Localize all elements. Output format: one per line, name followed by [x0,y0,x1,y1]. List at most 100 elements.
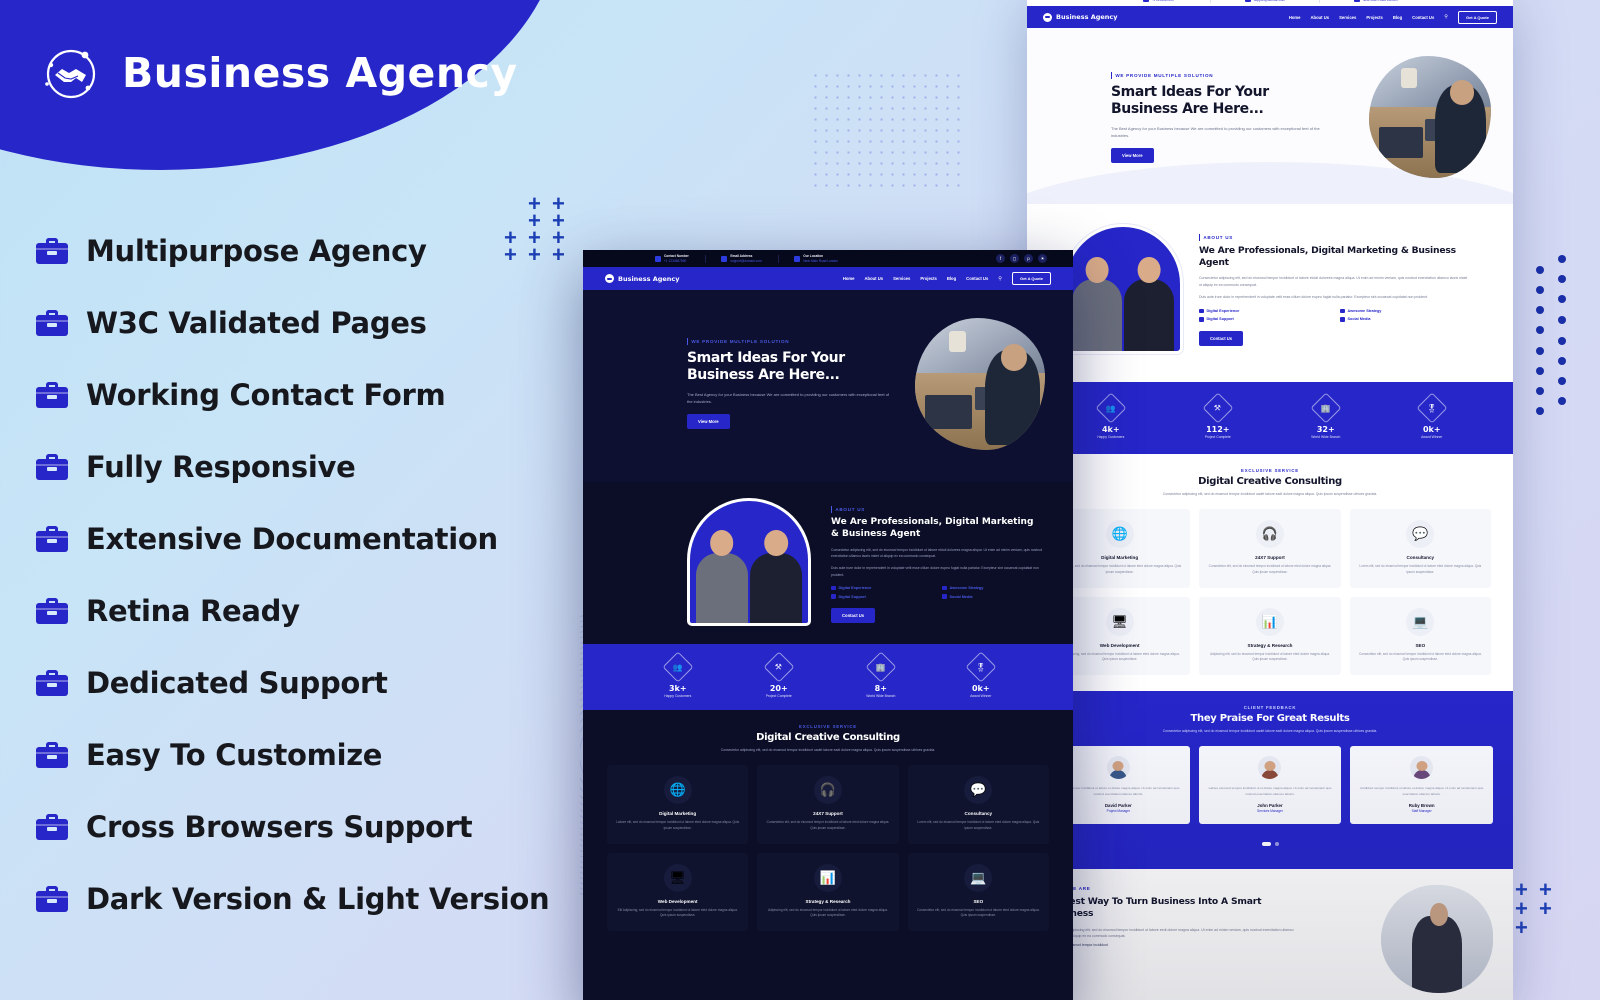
light-version-mockup[interactable]: Contact Number+1 1234567890 Email Addres… [1027,0,1513,1000]
about-contact-us-button[interactable]: Contact Us [831,607,876,623]
nav-item-projects[interactable]: Projects [920,276,937,281]
nav-item-home[interactable]: Home [843,276,855,281]
hero-paragraph: The Best Agency for your Business becaus… [687,392,890,405]
dark-hero-section: WE PROVIDE MULTIPLE SOLUTION Smart Ideas… [583,290,1073,482]
service-desc: Consectetur elit, sed do eiusmod tempor … [766,820,890,830]
stat-caption: Happy Customers [664,694,692,699]
brand-title: Business Agency [122,49,518,97]
get-a-quote-button[interactable]: Get A Quote [1011,272,1051,285]
feature-item: Extensive Documentation [36,503,596,575]
service-desc: Elit Adipiscing, sed do eiusmod tempor i… [617,907,738,918]
dark-topbar-contact-number[interactable]: Contact Number +1 1234567890 [655,254,689,263]
handshake-circle-icon [38,40,104,106]
feature-list: Multipurpose Agency W3C Validated Pages … [36,215,596,935]
social-links: f ◻ p ☀ [996,254,1047,263]
plus-marks-bottom-right: + + + + + [1515,877,1552,940]
feature-label: Extensive Documentation [86,522,498,556]
service-desc: Consectetur elit, sed do eiusmod tempor … [917,907,1040,918]
briefcase-icon [36,238,68,264]
check-label: Social Media [949,594,973,599]
chat-bubbles-icon: 💬 [964,776,993,805]
check-item: Social Media [942,594,1043,599]
service-desc: Labore elit, sed do eiusmod tempor incid… [616,820,740,830]
nav-item-contact-us[interactable]: Contact Us [966,276,988,281]
globe-icon[interactable]: ☀ [1038,254,1047,263]
mockup-shade [1027,0,1513,1000]
browser-gear-icon: 🖥 [663,863,692,892]
instagram-icon[interactable]: ◻ [1010,254,1019,263]
topbar-label: Our Location [803,254,824,259]
nav-logo[interactable]: Business Agency [605,274,680,283]
service-card[interactable]: 💻 SEO Consectetur elit, sed do eiusmod tem… [907,852,1049,932]
service-card[interactable]: 🌐 Digital Marketing Labore elit, sed do ei… [607,765,749,844]
feature-item: Retina Ready [36,575,596,647]
nav-item-services[interactable]: Services [893,276,910,281]
dark-version-mockup[interactable]: Contact Number +1 1234567890 Email Addres… [583,250,1073,1000]
dark-topbar-email[interactable]: Email Address support@domain.com [721,254,762,263]
envelope-icon [655,255,661,262]
feature-label: Multipurpose Agency [86,234,427,268]
stat-project-complete: ⚒ 20+ Project Complete [763,651,795,698]
hero-image [915,318,1045,450]
about-checklist: Digital Experience Awesome Strategy Digi… [831,585,1043,599]
service-name: 24X7 Support [813,811,843,817]
service-card[interactable]: 🖥 Web Development Elit Adipiscing, sed do … [607,852,749,932]
about-eyebrow: ABOUT US [831,506,1043,513]
service-card[interactable]: 💬 Consultancy Lorem elit, sed do eiusmod t… [907,765,1049,844]
dot-column-right [1522,255,1582,430]
location-pin-icon [794,255,801,262]
handshake-circle-icon [605,274,614,283]
briefcase-icon [36,814,68,840]
hero-eyebrow: WE PROVIDE MULTIPLE SOLUTION [687,338,892,345]
service-card[interactable]: 📊 Strategy & Research Adipiscing elit, sed… [757,852,899,932]
strategy-chart-icon: 📊 [813,863,842,892]
briefcase-icon [36,670,68,696]
service-card[interactable]: 🎧 24X7 Support Consectetur elit, sed do ei… [757,765,899,844]
services-title: Digital Creative Consulting [756,732,900,743]
about-title: We Are Professionals, Digital Marketing … [831,517,1034,539]
nav-menu: Home About Us Services Projects Blog Con… [843,272,1051,285]
nav-item-blog[interactable]: Blog [947,276,956,281]
feature-item: Fully Responsive [36,431,596,503]
customers-icon: 👥 [662,651,694,683]
service-name: Digital Marketing [659,811,697,817]
dark-site-navbar: Business Agency Home About Us Services P… [583,267,1073,290]
project-icon: ⚒ [763,651,795,683]
services-card-grid: 🌐 Digital Marketing Labore elit, sed do ei… [607,765,1049,932]
check-icon [831,594,836,599]
stat-happy-customers: 👥 3k+ Happy Customers [662,651,694,699]
check-item: Digital Experience [831,585,932,591]
dark-about-section: ABOUT US We Are Professionals, Digital M… [583,482,1073,644]
dark-site-topbar: Contact Number +1 1234567890 Email Addres… [583,250,1073,267]
award-icon: 🎖 [965,651,997,683]
feature-label: W3C Validated Pages [86,306,427,340]
topbar-value: Near Main Road London [803,258,838,263]
feature-label: Dedicated Support [86,666,388,700]
feature-item: Multipurpose Agency [36,215,596,287]
service-name: Consultancy [964,811,993,817]
pinterest-icon[interactable]: p [1024,254,1033,263]
headset-support-icon: 🎧 [813,776,842,805]
stat-number: 0k+ [971,683,990,693]
about-team-image [687,498,811,626]
briefcase-icon [36,886,68,912]
service-desc: Adipiscing elit, sed do eiusmod tempor i… [768,907,888,918]
service-name: SEO [973,898,984,904]
briefcase-icon [36,742,68,768]
stat-caption: Award Winner [970,694,992,699]
dark-topbar-location[interactable]: Our Location Near Main Road London [794,254,838,263]
dark-stats-section: 👥 3k+ Happy Customers ⚒ 20+ Project Comp… [583,644,1073,710]
search-icon[interactable]: ⚲ [998,276,1002,282]
service-name: Strategy & Research [805,898,851,904]
feature-item: Working Contact Form [36,359,596,431]
facebook-icon[interactable]: f [996,254,1005,263]
feature-item: Dedicated Support [36,647,596,719]
topbar-value: support@domain.com [730,258,762,263]
feature-item: Easy To Customize [36,719,596,791]
feature-item: Cross Browsers Support [36,791,596,863]
check-icon [942,594,947,599]
topbar-label: Email Address [730,254,753,259]
check-icon [942,585,947,591]
hero-view-more-button[interactable]: View More [687,414,730,430]
nav-item-about-us[interactable]: About Us [864,276,883,281]
